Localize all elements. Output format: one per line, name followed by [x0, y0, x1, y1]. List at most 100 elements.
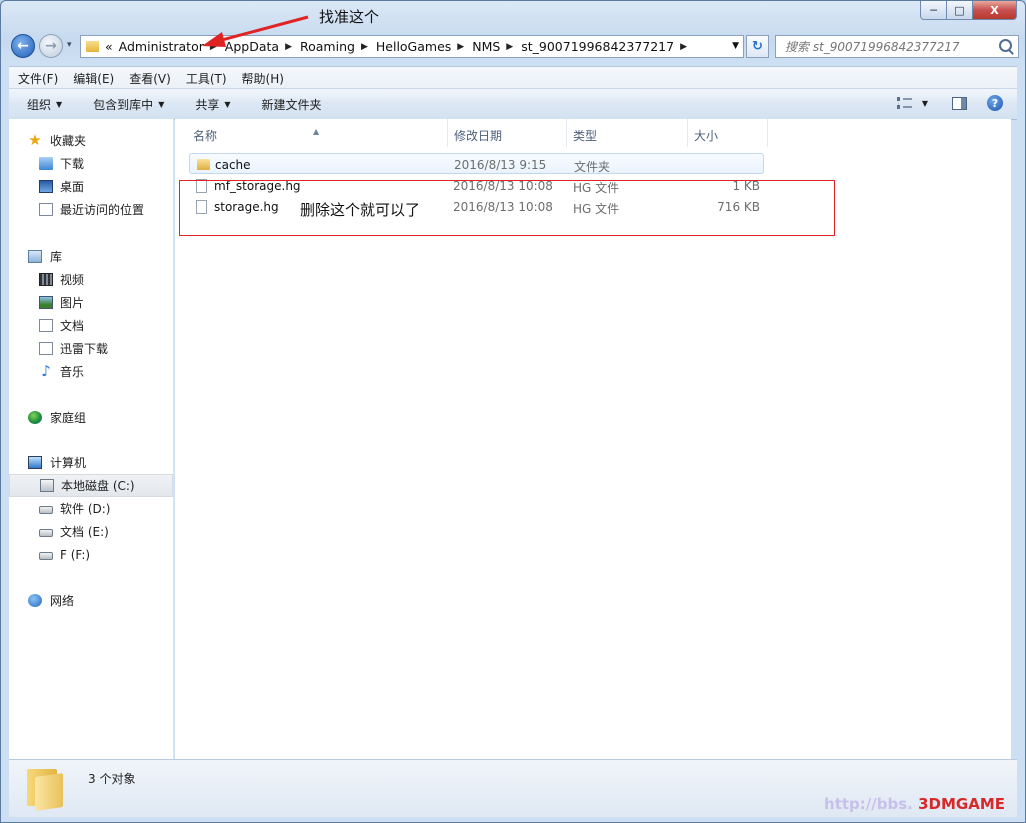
- sidebar-item-label: 软件 (D:): [60, 502, 111, 516]
- drive-icon: [39, 552, 53, 560]
- minimize-button[interactable]: ─: [920, 1, 947, 20]
- search-box[interactable]: [775, 35, 1019, 58]
- sidebar-item-label: 视频: [60, 273, 85, 287]
- caption-buttons: ─ □ X: [920, 1, 1017, 20]
- refresh-button[interactable]: ↻: [746, 35, 769, 58]
- new-folder-button[interactable]: 新建文件夹: [262, 96, 322, 113]
- sidebar-item-recent-places[interactable]: 最近访问的位置: [9, 198, 174, 221]
- watermark-url: http://bbs.: [824, 795, 913, 813]
- column-divider[interactable]: [447, 119, 448, 147]
- sidebar-item-documents[interactable]: 文档: [9, 314, 174, 337]
- share-button[interactable]: 共享 ▼: [195, 96, 230, 113]
- breadcrumb-administrator[interactable]: Administrator: [119, 39, 204, 54]
- column-header-size[interactable]: 大小: [694, 127, 718, 144]
- music-note-icon: ♪: [41, 362, 51, 380]
- sidebar-item-thunder-downloads[interactable]: 迅雷下载: [9, 337, 174, 360]
- annotation-highlight-box: [179, 180, 835, 236]
- column-divider[interactable]: [566, 119, 567, 147]
- file-type: 文件夹: [574, 160, 611, 174]
- menu-view[interactable]: 查看(V): [129, 70, 171, 87]
- recent-places-icon: [39, 203, 53, 216]
- sidebar-item-label: 家庭组: [50, 411, 87, 425]
- maximize-button[interactable]: □: [947, 1, 973, 20]
- network-group: 网络: [9, 589, 174, 612]
- column-header-date[interactable]: 修改日期: [454, 127, 502, 144]
- sidebar-item-drive-d[interactable]: 软件 (D:): [9, 497, 174, 520]
- folder-large-icon: [27, 769, 65, 809]
- column-divider[interactable]: [767, 119, 768, 147]
- breadcrumb-separator-icon[interactable]: ▶: [361, 42, 368, 52]
- sidebar-item-desktop[interactable]: 桌面: [9, 175, 174, 198]
- sidebar-item-label: 库: [50, 250, 63, 264]
- breadcrumb-separator-icon[interactable]: ▶: [506, 42, 513, 52]
- include-library-label: 包含到库中: [93, 97, 154, 112]
- breadcrumb-separator-icon[interactable]: ▶: [457, 42, 464, 52]
- explorer-window: ─ □ X ← → ▾ « Administrator ▶ AppData ▶ …: [0, 0, 1026, 823]
- sidebar-item-favorites[interactable]: ★ 收藏夹: [9, 129, 174, 152]
- star-icon: ★: [28, 131, 42, 149]
- homegroup-group: 家庭组: [9, 406, 174, 429]
- video-icon: [39, 273, 53, 286]
- menu-file[interactable]: 文件(F): [18, 70, 58, 87]
- sidebar-item-videos[interactable]: 视频: [9, 268, 174, 291]
- sidebar-item-drive-f[interactable]: F (F:): [9, 543, 174, 566]
- view-dropdown-icon[interactable]: ▼: [922, 99, 928, 108]
- search-input[interactable]: [785, 39, 995, 54]
- sidebar-item-label: 最近访问的位置: [60, 203, 145, 217]
- download-library-icon: [39, 342, 53, 355]
- address-dropdown-icon[interactable]: ▼: [732, 41, 739, 51]
- sidebar-item-drive-c[interactable]: 本地磁盘 (C:): [9, 474, 173, 497]
- column-divider[interactable]: [687, 119, 688, 147]
- sidebar-item-pictures[interactable]: 图片: [9, 291, 174, 314]
- back-button[interactable]: ←: [11, 34, 35, 58]
- breadcrumb-st-folder[interactable]: st_90071996842377217: [521, 39, 674, 54]
- column-header-name[interactable]: 名称: [193, 127, 217, 144]
- command-bar: 组织 ▼ 包含到库中 ▼ 共享 ▼ 新建文件夹 ▼ ?: [9, 88, 1017, 120]
- new-folder-label: 新建文件夹: [261, 97, 322, 112]
- breadcrumb-hellogames[interactable]: HelloGames: [376, 39, 451, 54]
- file-row-cache[interactable]: cache 2016/8/13 9:15 文件夹: [189, 153, 764, 174]
- address-overflow-chevron[interactable]: «: [105, 39, 113, 54]
- recent-pages-dropdown[interactable]: ▾: [67, 40, 72, 50]
- share-label: 共享: [195, 97, 220, 112]
- organize-button[interactable]: 组织 ▼: [27, 96, 62, 113]
- change-view-icon[interactable]: [896, 97, 913, 109]
- column-header-type[interactable]: 类型: [573, 127, 597, 144]
- organize-label: 组织: [27, 97, 52, 112]
- annotation-arrow: [202, 15, 309, 47]
- sidebar-item-drive-e[interactable]: 文档 (E:): [9, 520, 174, 543]
- sidebar-item-network[interactable]: 网络: [9, 589, 174, 612]
- address-bar[interactable]: « Administrator ▶ AppData ▶ Roaming ▶ He…: [80, 35, 744, 58]
- sidebar-item-label: 计算机: [50, 456, 87, 470]
- menu-tools[interactable]: 工具(T): [186, 70, 227, 87]
- annotation-find-this: 找准这个: [319, 8, 380, 26]
- watermark-brand: 3DMGAME: [918, 795, 1005, 813]
- sidebar-item-label: 图片: [60, 296, 85, 310]
- sidebar-item-label: 下载: [60, 157, 85, 171]
- sidebar-item-music[interactable]: ♪ 音乐: [9, 360, 174, 383]
- sidebar-item-downloads[interactable]: 下载: [9, 152, 174, 175]
- picture-icon: [39, 296, 53, 309]
- preview-pane-icon[interactable]: [952, 96, 967, 110]
- breadcrumb-nms[interactable]: NMS: [472, 39, 500, 54]
- sidebar-item-homegroup[interactable]: 家庭组: [9, 406, 174, 429]
- library-icon: [28, 250, 42, 263]
- breadcrumb-separator-icon[interactable]: ▶: [680, 42, 687, 52]
- search-icon[interactable]: [999, 39, 1012, 52]
- annotation-delete-hint: 删除这个就可以了: [300, 201, 421, 219]
- sidebar-item-label: 文档 (E:): [60, 525, 109, 539]
- menu-edit[interactable]: 编辑(E): [73, 70, 114, 87]
- sidebar-item-label: 桌面: [60, 180, 85, 194]
- column-headers: ▲ 名称 修改日期 类型 大小: [175, 119, 775, 147]
- sidebar-item-computer[interactable]: 计算机: [9, 451, 174, 474]
- navigation-bar: ← → ▾ « Administrator ▶ AppData ▶ Roamin…: [9, 31, 1019, 61]
- help-icon[interactable]: ?: [987, 95, 1003, 111]
- menu-help[interactable]: 帮助(H): [242, 70, 284, 87]
- sidebar-item-label: 网络: [50, 594, 75, 608]
- sidebar-item-label: 文档: [60, 319, 85, 333]
- computer-group: 计算机 本地磁盘 (C:) 软件 (D:) 文档 (E:) F (F:): [9, 451, 174, 566]
- forward-button[interactable]: →: [39, 34, 63, 58]
- include-in-library-button[interactable]: 包含到库中 ▼: [93, 96, 164, 113]
- sidebar-item-libraries[interactable]: 库: [9, 245, 174, 268]
- close-button[interactable]: X: [973, 1, 1017, 20]
